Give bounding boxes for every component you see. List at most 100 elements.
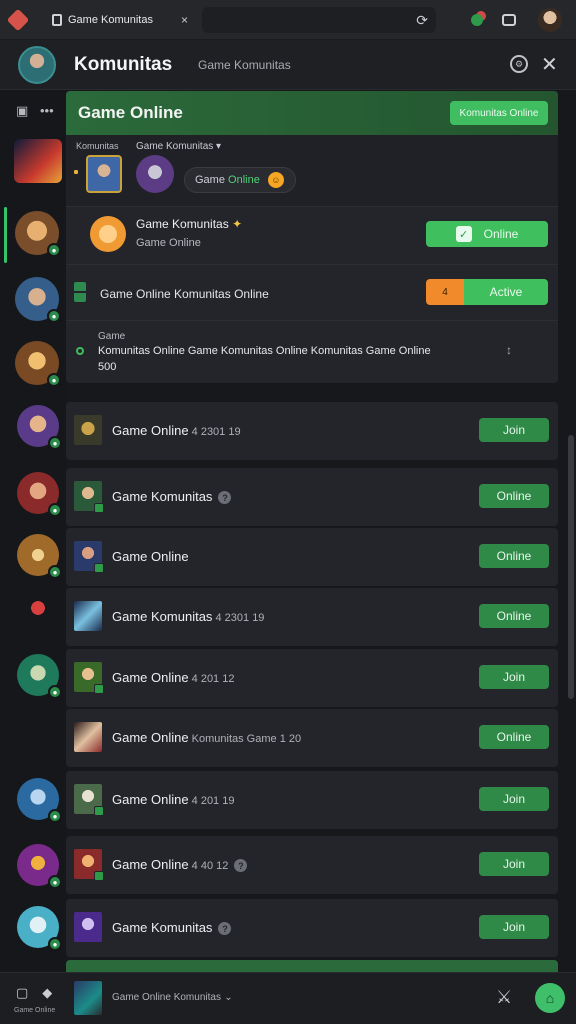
server-rail: ▣ ••• ● ● ●: [0, 91, 66, 972]
game-avatar[interactable]: [136, 155, 174, 193]
list-item[interactable]: Game Online Online: [66, 528, 558, 586]
strip-dropdown[interactable]: Game Komunitas ▾: [136, 141, 221, 152]
online-button[interactable]: ✓ Online: [426, 221, 548, 247]
online-button[interactable]: Online: [479, 604, 549, 628]
help-icon[interactable]: ?: [218, 491, 232, 505]
address-bar[interactable]: ⟳: [202, 7, 436, 33]
count-segment[interactable]: 4: [426, 279, 464, 305]
tab-close-button[interactable]: ×: [181, 13, 188, 27]
chat-icon[interactable]: ▢: [16, 985, 28, 1001]
list-item-name: Game Komunitas?: [112, 920, 232, 936]
chevron-down-icon: ⌄: [224, 992, 233, 1003]
member-avatar[interactable]: ●: [17, 778, 62, 823]
message-row[interactable]: Game Komunitas Online Game Komunitas Onl…: [66, 321, 558, 383]
check-icon: ✓: [455, 226, 472, 242]
game-thumbnail: [74, 784, 104, 816]
game-thumbnail: [74, 722, 102, 752]
list-item[interactable]: Game Online 4 201 12 Join: [66, 649, 558, 707]
status-badge: ●: [48, 436, 62, 450]
member-avatar[interactable]: ●: [17, 472, 62, 517]
browser-chrome: Game Komunitas × ⟳: [0, 0, 576, 40]
featured-title: Game Komunitas ✦: [136, 217, 243, 231]
server-icon[interactable]: [14, 139, 62, 183]
window-icon[interactable]: [502, 14, 516, 26]
help-icon[interactable]: ?: [234, 859, 248, 873]
list-item[interactable]: Game Online 4 40 12? Join: [66, 836, 558, 894]
scrollbar[interactable]: [568, 435, 574, 699]
app-logo-icon: [6, 8, 30, 32]
server-icon[interactable]: ●: [15, 341, 61, 387]
now-playing-bar: ▢ ◆ Game Online Game Online Komunitas ⌄ …: [0, 972, 576, 1024]
join-button[interactable]: Join: [479, 665, 549, 689]
swords-icon[interactable]: ⚔: [496, 987, 512, 1008]
strip-label: Komunitas: [76, 141, 119, 151]
list-item-name: Game Online 4 201 12: [112, 670, 235, 685]
community-online-button[interactable]: Komunitas Online: [450, 101, 548, 125]
status-badge: ●: [48, 809, 62, 823]
close-button[interactable]: ✕: [541, 52, 558, 77]
list-item-name: Game Online 4 201 19: [112, 792, 235, 807]
status-badge: [94, 684, 104, 694]
online-button[interactable]: Online: [479, 484, 549, 508]
list-item[interactable]: Game Komunitas? Online: [66, 468, 558, 526]
profile-avatar[interactable]: [538, 8, 562, 32]
list-item[interactable]: Game Online 4 201 19 Join: [66, 771, 558, 829]
featured-row[interactable]: Game Komunitas ✦ Game Online ✓ Online: [66, 207, 558, 265]
status-pill[interactable]: Game Online ☺: [184, 167, 296, 193]
list-item-name: Game Online 4 40 12?: [112, 857, 248, 873]
list-item[interactable]: Game Online 4 2301 19 Join: [66, 402, 558, 460]
footer-tools: ▢ ◆: [16, 985, 52, 1001]
home-button[interactable]: ⌂: [535, 983, 565, 1013]
list-item[interactable]: Game Komunitas? Join: [66, 899, 558, 957]
status-text: Game Online Komunitas Online: [100, 287, 269, 301]
online-button[interactable]: Online: [479, 725, 549, 749]
controller-icon[interactable]: ◆: [42, 985, 52, 1001]
server-icon[interactable]: ●: [15, 277, 61, 323]
user-avatar[interactable]: [18, 46, 56, 84]
active-split-button[interactable]: 4 Active: [426, 279, 548, 305]
member-avatar[interactable]: ●: [17, 844, 62, 889]
online-button[interactable]: Online: [479, 544, 549, 568]
gear-icon[interactable]: ⚙: [510, 55, 528, 73]
window-icon[interactable]: ▣: [16, 103, 28, 119]
extension-icon[interactable]: [468, 11, 486, 29]
member-avatar[interactable]: ●: [17, 534, 62, 579]
game-thumbnail: [74, 415, 102, 445]
member-avatar[interactable]: [22, 592, 54, 624]
puzzle-icon[interactable]: ⟳: [416, 12, 428, 29]
list-item-name: Game Komunitas 4 2301 19: [112, 609, 265, 624]
status-badge: ●: [47, 373, 61, 387]
active-segment[interactable]: Active: [464, 279, 548, 305]
more-icon[interactable]: •••: [40, 103, 54, 118]
member-avatar[interactable]: ●: [17, 654, 62, 699]
join-button[interactable]: Join: [479, 852, 549, 876]
main-content: Game Online Komunitas Online Komunitas G…: [66, 91, 576, 972]
game-thumbnail[interactable]: [86, 155, 122, 193]
tab-title: Game Komunitas: [68, 14, 153, 26]
list-item[interactable]: Game Online Komunitas Game 1 20 Online: [66, 709, 558, 767]
status-row[interactable]: Game Online Komunitas Online 4 Active: [66, 265, 558, 321]
member-avatar[interactable]: ●: [17, 405, 62, 450]
message-heading: Game: [98, 331, 126, 342]
help-icon[interactable]: ?: [218, 922, 232, 936]
list-item[interactable]: Game Komunitas 4 2301 19 Online: [66, 588, 558, 646]
now-playing-thumbnail[interactable]: [74, 981, 102, 1015]
browser-tab[interactable]: Game Komunitas ×: [44, 6, 196, 34]
server-icon[interactable]: ●: [15, 211, 61, 257]
sort-icon[interactable]: ↕: [506, 343, 512, 357]
join-button[interactable]: Join: [479, 787, 549, 811]
join-button[interactable]: Join: [479, 418, 549, 442]
list-item-name: Game Komunitas?: [112, 489, 232, 505]
status-badge: [94, 806, 104, 816]
message-line: Komunitas Online Game Komunitas Online K…: [98, 345, 431, 357]
pill-text: Game Online: [195, 174, 260, 186]
panel-header: Game Online Komunitas Online: [66, 91, 558, 135]
join-button[interactable]: Join: [479, 915, 549, 939]
game-online-panel: Game Online Komunitas Online Komunitas G…: [66, 91, 558, 383]
member-avatar[interactable]: ●: [17, 906, 62, 951]
status-badge: ●: [48, 937, 62, 951]
game-thumbnail: [74, 849, 104, 881]
featured-avatar: [90, 216, 126, 252]
status-dot-icon: [76, 347, 84, 355]
featured-subtitle: Game Online: [136, 237, 201, 249]
